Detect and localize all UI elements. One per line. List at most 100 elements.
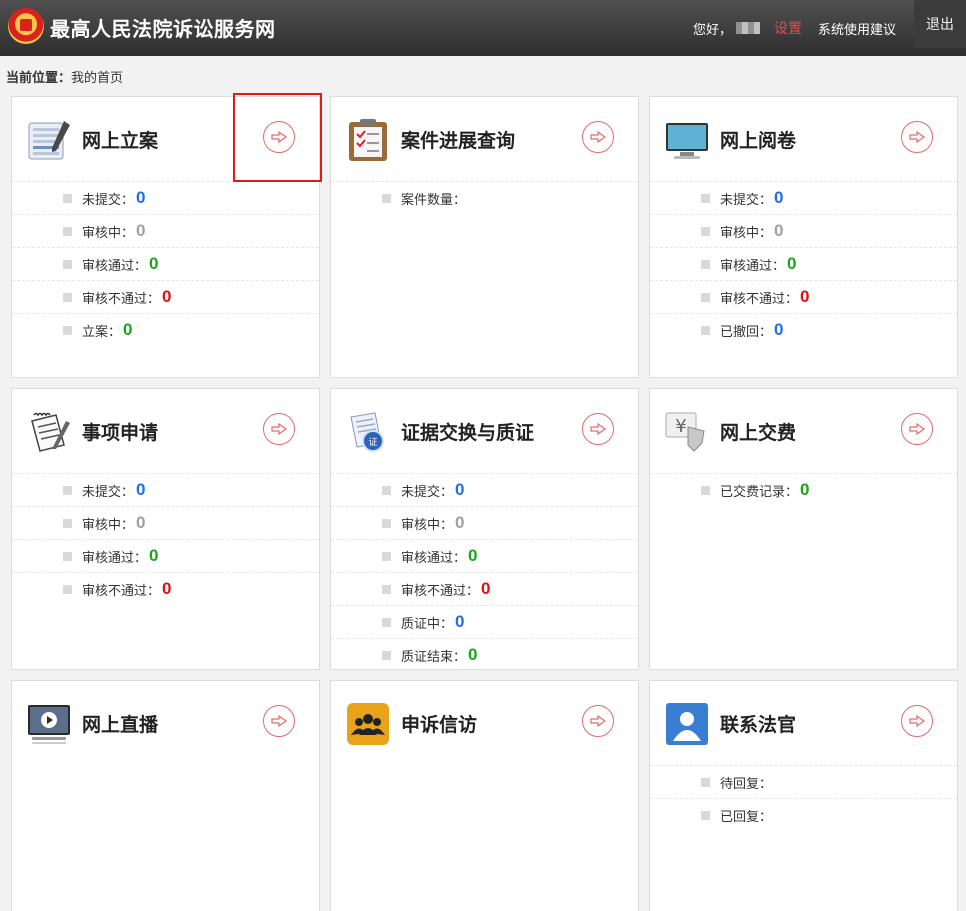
enter-arrow-button[interactable]	[582, 413, 614, 445]
enter-arrow-button[interactable]	[901, 705, 933, 737]
stat-row[interactable]: 审核中： 0	[331, 506, 638, 539]
stat-value: 0	[162, 579, 172, 598]
stat-value: 0	[455, 612, 465, 631]
stat-row[interactable]: 审核中： 0	[12, 506, 319, 539]
clipboard-icon	[345, 117, 391, 163]
stat-value: 0	[149, 546, 159, 565]
court-emblem-icon	[8, 8, 44, 44]
bullet-square-icon	[63, 485, 72, 495]
card-header: 事项申请	[12, 389, 319, 473]
stat-value: 0	[149, 254, 159, 273]
bullet-square-icon	[63, 518, 72, 528]
video-play-icon	[26, 701, 72, 747]
stat-label: 未提交：	[401, 484, 454, 500]
stat-value: 0	[123, 320, 133, 339]
card-header: 联系法官	[650, 681, 957, 765]
card-evidence-exchange: 证证据交换与质证 未提交： 0 审核中： 0 审核通过： 0 审核不通过： 0 质证中： 0 质证结束…	[330, 388, 639, 670]
bullet-square-icon	[701, 193, 710, 203]
enter-arrow-button[interactable]	[582, 705, 614, 737]
settings-link[interactable]: 设置	[774, 18, 802, 38]
bullet-square-icon	[382, 617, 391, 627]
bullet-square-icon	[701, 259, 710, 269]
stat-row[interactable]: 未提交： 0	[331, 473, 638, 506]
stat-row[interactable]: 质证结束： 0	[331, 638, 638, 671]
stat-row[interactable]: 已撤回： 0	[650, 313, 957, 346]
card-title[interactable]: 联系法官	[720, 710, 796, 737]
stat-row[interactable]: 审核通过： 0	[331, 539, 638, 572]
stat-label: 已回复：	[720, 809, 773, 825]
stat-value: 0	[136, 513, 146, 532]
card-title[interactable]: 网上交费	[720, 418, 796, 445]
highlight-box	[233, 93, 322, 182]
people-group-icon	[345, 701, 391, 747]
arrow-right-icon	[909, 423, 925, 435]
stat-row[interactable]: 立案： 0	[12, 313, 319, 346]
bullet-square-icon	[382, 193, 391, 203]
stat-value: 0	[455, 513, 465, 532]
yuan-payment-icon: ¥	[664, 409, 710, 455]
stat-row[interactable]: 审核通过： 0	[12, 539, 319, 572]
stat-row[interactable]: 未提交： 0	[12, 473, 319, 506]
card-petition: 申诉信访	[330, 680, 639, 911]
stat-row[interactable]: 审核不通过： 0	[12, 280, 319, 313]
stat-row[interactable]: 审核不通过： 0	[650, 280, 957, 313]
suggestions-link[interactable]: 系统使用建议	[818, 19, 896, 38]
enter-arrow-button[interactable]	[901, 413, 933, 445]
stat-row[interactable]: 已回复：	[650, 798, 957, 831]
stat-label: 审核通过：	[401, 550, 467, 566]
card-case-progress: 案件进展查询案件数量：	[330, 96, 639, 378]
card-contact-judge: 联系法官待回复： 已回复：	[649, 680, 958, 911]
card-title[interactable]: 事项申请	[82, 418, 158, 445]
bullet-square-icon	[63, 551, 72, 561]
enter-arrow-button[interactable]	[582, 121, 614, 153]
stat-row[interactable]: 审核不通过： 0	[331, 572, 638, 605]
stat-label: 质证结束：	[401, 649, 467, 665]
stat-row[interactable]: 审核中： 0	[12, 214, 319, 247]
card-header: ¥ 网上交费	[650, 389, 957, 473]
stat-row[interactable]: 案件数量：	[331, 181, 638, 214]
card-online-review: 网上阅卷未提交： 0 审核中： 0 审核通过： 0 审核不通过： 0 已撤回： 0	[649, 96, 958, 378]
card-title[interactable]: 网上立案	[82, 126, 158, 153]
bullet-square-icon	[63, 584, 72, 594]
card-title[interactable]: 网上直播	[82, 710, 158, 737]
stat-label: 审核通过：	[82, 550, 148, 566]
card-online-payment: ¥ 网上交费已交费记录： 0	[649, 388, 958, 670]
card-live-broadcast: 网上直播	[11, 680, 320, 911]
stat-label: 审核不通过：	[401, 583, 480, 599]
site-title: 最高人民法院诉讼服务网	[50, 17, 276, 41]
stat-row[interactable]: 未提交： 0	[650, 181, 957, 214]
stat-label: 立案：	[82, 324, 122, 340]
card-header: 申诉信访	[331, 681, 638, 765]
card-title[interactable]: 申诉信访	[401, 710, 477, 737]
stat-row[interactable]: 审核不通过： 0	[12, 572, 319, 605]
stat-value: 0	[800, 480, 810, 499]
bullet-square-icon	[701, 485, 710, 495]
stat-row[interactable]: 已交费记录： 0	[650, 473, 957, 506]
card-header: 证 证据交换与质证	[331, 389, 638, 473]
stat-label: 审核中：	[401, 517, 454, 533]
stat-row[interactable]: 审核中： 0	[650, 214, 957, 247]
enter-arrow-button[interactable]	[263, 413, 295, 445]
card-title[interactable]: 网上阅卷	[720, 126, 796, 153]
stat-label: 审核不通过：	[82, 583, 161, 599]
card-title[interactable]: 证据交换与质证	[401, 418, 534, 445]
bullet-square-icon	[63, 325, 72, 335]
stat-row[interactable]: 未提交： 0	[12, 181, 319, 214]
enter-arrow-button[interactable]	[901, 121, 933, 153]
bullet-square-icon	[63, 292, 72, 302]
enter-arrow-button[interactable]	[263, 705, 295, 737]
logout-button[interactable]: 退出	[914, 0, 966, 48]
stat-row[interactable]: 质证中： 0	[331, 605, 638, 638]
stat-label: 未提交：	[82, 484, 135, 500]
card-title[interactable]: 案件进展查询	[401, 126, 515, 153]
stat-value: 0	[136, 480, 146, 499]
bullet-square-icon	[382, 551, 391, 561]
stat-label: 质证中：	[401, 616, 454, 632]
notepad-icon	[26, 409, 72, 455]
stat-label: 已交费记录：	[720, 484, 799, 500]
stat-row[interactable]: 待回复：	[650, 765, 957, 798]
stat-row[interactable]: 审核通过： 0	[12, 247, 319, 280]
arrow-right-icon	[590, 423, 606, 435]
stat-label: 审核中：	[82, 225, 135, 241]
stat-row[interactable]: 审核通过： 0	[650, 247, 957, 280]
